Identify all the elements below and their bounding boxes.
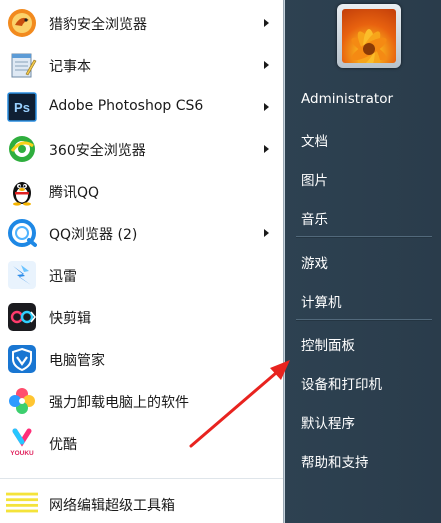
photoshop-icon: Ps xyxy=(6,91,38,123)
right-item-label: 设备和打印机 xyxy=(301,377,382,393)
program-label: 记事本 xyxy=(49,59,91,75)
program-item-notepad[interactable]: 记事本 xyxy=(0,44,283,86)
flower-avatar-icon xyxy=(342,9,396,63)
program-item-kuaijianji[interactable]: 快剪辑 xyxy=(0,296,283,338)
right-item-devices-printers[interactable]: 设备和打印机 xyxy=(290,364,441,398)
submenu-arrow-icon[interactable] xyxy=(264,229,269,237)
right-divider xyxy=(296,319,432,321)
right-item-help-support[interactable]: 帮助和支持 xyxy=(290,442,441,476)
right-item-username[interactable]: Administrator xyxy=(290,82,441,116)
toolbox-icon xyxy=(6,487,38,519)
right-item-default-programs[interactable]: 默认程序 xyxy=(290,403,441,437)
program-item-qq-browser[interactable]: QQ浏览器 (2) xyxy=(0,212,283,254)
right-item-label: 游戏 xyxy=(301,256,328,272)
pc-manager-shield-icon xyxy=(6,343,38,375)
right-item-documents[interactable]: 文档 xyxy=(290,121,441,155)
program-label: 猎豹安全浏览器 xyxy=(49,17,147,33)
program-label: 强力卸载电脑上的软件 xyxy=(49,395,189,411)
right-item-label: 默认程序 xyxy=(301,416,355,432)
qq-penguin-icon xyxy=(6,175,38,207)
program-label: 优酷 xyxy=(49,437,77,453)
xunlei-icon xyxy=(6,259,38,291)
start-menu: 猎豹安全浏览器 记事本 Ps Adobe Photoshop CS6 360安全… xyxy=(0,0,441,523)
right-item-label: 控制面板 xyxy=(301,338,355,354)
program-label: 快剪辑 xyxy=(49,311,91,327)
photoshop-icon-text: Ps xyxy=(14,100,30,115)
program-item-uninstaller[interactable]: 强力卸载电脑上的软件 xyxy=(0,380,283,422)
program-item-photoshop[interactable]: Ps Adobe Photoshop CS6 xyxy=(0,86,283,128)
program-label: 网络编辑超级工具箱 xyxy=(49,498,175,514)
submenu-arrow-icon[interactable] xyxy=(264,19,269,27)
program-item-toolbox[interactable]: 网络编辑超级工具箱 xyxy=(0,478,283,523)
right-item-label: 计算机 xyxy=(301,295,342,311)
program-label: 腾讯QQ xyxy=(49,185,100,201)
right-item-label: 文档 xyxy=(301,134,328,150)
right-item-label: 帮助和支持 xyxy=(301,455,369,471)
program-item-qq[interactable]: 腾讯QQ xyxy=(0,170,283,212)
program-label: Adobe Photoshop CS6 xyxy=(49,98,204,114)
user-name: Administrator xyxy=(301,91,394,107)
program-item-xunlei[interactable]: 迅雷 xyxy=(0,254,283,296)
program-item-youku[interactable]: YOUKU 优酷 xyxy=(0,422,283,464)
right-divider xyxy=(296,236,432,238)
right-item-label: 音乐 xyxy=(301,212,328,228)
youku-icon: YOUKU xyxy=(6,427,38,459)
program-label: 迅雷 xyxy=(49,269,77,285)
360-browser-icon xyxy=(6,133,38,165)
notepad-icon xyxy=(6,49,38,81)
youku-icon-text: YOUKU xyxy=(10,450,34,457)
program-label: 360安全浏览器 xyxy=(49,143,146,159)
program-item-pc-manager[interactable]: 电脑管家 xyxy=(0,338,283,380)
right-item-label: 图片 xyxy=(301,173,328,189)
right-item-games[interactable]: 游戏 xyxy=(290,243,441,277)
kuaijianji-icon xyxy=(6,301,38,333)
submenu-arrow-icon[interactable] xyxy=(264,145,269,153)
user-avatar[interactable] xyxy=(337,4,401,68)
right-item-control-panel[interactable]: 控制面板 xyxy=(290,325,441,359)
submenu-arrow-icon[interactable] xyxy=(264,103,269,111)
qq-browser-icon xyxy=(6,217,38,249)
right-item-pictures[interactable]: 图片 xyxy=(290,160,441,194)
program-label: 电脑管家 xyxy=(49,353,105,369)
program-item-cheetah-browser[interactable]: 猎豹安全浏览器 xyxy=(0,2,283,44)
right-item-computer[interactable]: 计算机 xyxy=(290,282,441,316)
uninstaller-icon xyxy=(6,385,38,417)
program-label: QQ浏览器 (2) xyxy=(49,227,138,243)
cheetah-browser-icon xyxy=(6,7,38,39)
right-item-music[interactable]: 音乐 xyxy=(290,199,441,233)
submenu-arrow-icon[interactable] xyxy=(264,61,269,69)
programs-panel: 猎豹安全浏览器 记事本 Ps Adobe Photoshop CS6 360安全… xyxy=(0,0,284,523)
program-item-360-browser[interactable]: 360安全浏览器 xyxy=(0,128,283,170)
